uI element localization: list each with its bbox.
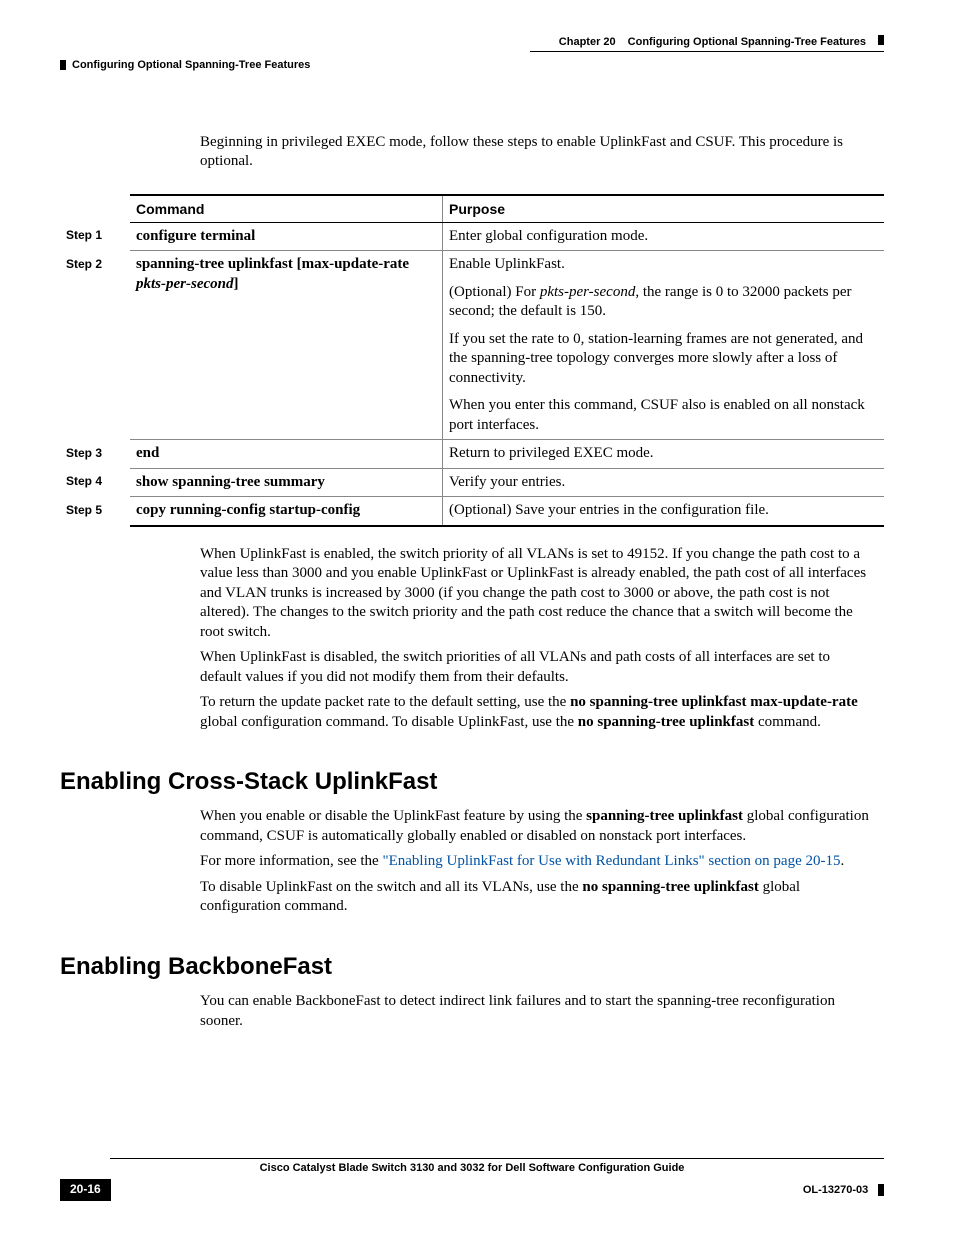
purpose-cell: Verify your entries. [443, 468, 885, 497]
header-rule-endcap [878, 35, 884, 45]
step-label: Step 3 [60, 440, 130, 469]
col-purpose-header: Purpose [443, 195, 885, 223]
command-cell: show spanning-tree summary [130, 468, 443, 497]
document-id: OL-13270-03 [803, 1184, 868, 1196]
running-header: Chapter 20 Configuring Optional Spanning… [60, 35, 884, 73]
step-label: Step 1 [60, 222, 130, 251]
section-running-title: Configuring Optional Spanning-Tree Featu… [72, 58, 310, 72]
purpose-cell: Return to privileged EXEC mode. [443, 440, 885, 469]
body-paragraph: When UplinkFast is enabled, the switch p… [200, 545, 874, 643]
command-cell: copy running-config startup-config [130, 497, 443, 526]
running-footer: Cisco Catalyst Blade Switch 3130 and 303… [60, 1158, 884, 1201]
table-row: Step 3endReturn to privileged EXEC mode. [60, 440, 884, 469]
subheader-rule-endcap [60, 60, 66, 70]
table-row: Step 5copy running-config startup-config… [60, 497, 884, 526]
intro-paragraph: Beginning in privileged EXEC mode, follo… [200, 133, 874, 172]
step-label: Step 5 [60, 497, 130, 526]
chapter-title: Configuring Optional Spanning-Tree Featu… [628, 35, 866, 49]
purpose-cell: Enter global configuration mode. [443, 222, 885, 251]
footer-rule-endcap [878, 1184, 884, 1196]
purpose-cell: (Optional) Save your entries in the conf… [443, 497, 885, 526]
body-paragraph: When you enable or disable the UplinkFas… [200, 807, 874, 846]
section-heading-csuf: Enabling Cross-Stack UplinkFast [60, 766, 884, 797]
body-paragraph: When UplinkFast is disabled, the switch … [200, 648, 874, 687]
procedure-table: Command Purpose Step 1configure terminal… [60, 194, 884, 527]
command-cell: end [130, 440, 443, 469]
purpose-cell: Enable UplinkFast.(Optional) For pkts-pe… [443, 251, 885, 440]
col-command-header: Command [130, 195, 443, 223]
command-cell: configure terminal [130, 222, 443, 251]
chapter-label: Chapter 20 [559, 35, 616, 49]
table-row: Step 2spanning-tree uplinkfast [max-upda… [60, 251, 884, 440]
command-cell: spanning-tree uplinkfast [max-update-rat… [130, 251, 443, 440]
body-paragraph: For more information, see the "Enabling … [200, 852, 874, 872]
body-paragraph: To disable UplinkFast on the switch and … [200, 878, 874, 917]
cross-reference-link[interactable]: "Enabling UplinkFast for Use with Redund… [382, 853, 840, 869]
body-paragraph: To return the update packet rate to the … [200, 693, 874, 732]
table-row: Step 1configure terminalEnter global con… [60, 222, 884, 251]
section-heading-backbonefast: Enabling BackboneFast [60, 951, 884, 982]
page-number-badge: 20-16 [60, 1179, 111, 1201]
step-label: Step 2 [60, 251, 130, 440]
table-row: Step 4show spanning-tree summaryVerify y… [60, 468, 884, 497]
body-paragraph: You can enable BackboneFast to detect in… [200, 992, 874, 1031]
step-label: Step 4 [60, 468, 130, 497]
footer-book-title: Cisco Catalyst Blade Switch 3130 and 303… [60, 1161, 884, 1175]
